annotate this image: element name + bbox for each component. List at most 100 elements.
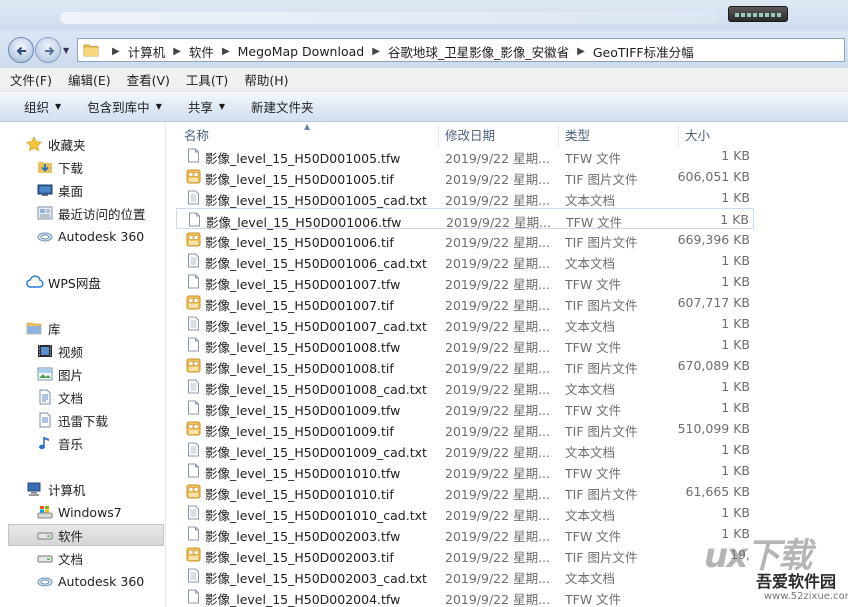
column-divider[interactable] bbox=[558, 125, 559, 147]
column-divider[interactable] bbox=[678, 125, 679, 147]
file-row[interactable]: 影像_level_15_H50D001010.tfw 2019/9/22 星期..… bbox=[176, 460, 754, 481]
file-type: TFW 文件 bbox=[565, 340, 622, 355]
menu-help[interactable]: 帮助(H) bbox=[244, 70, 288, 89]
sidebar-computer[interactable]: 计算机 bbox=[0, 478, 164, 500]
organize-label: 组织 bbox=[24, 100, 50, 115]
column-divider[interactable] bbox=[438, 125, 439, 147]
breadcrumb-computer[interactable]: 计算机 bbox=[128, 42, 166, 61]
sidebar-libraries[interactable]: 库 bbox=[0, 317, 164, 339]
column-header-size[interactable]: 大小 bbox=[685, 123, 710, 145]
sidebar-item-recent[interactable]: 最近访问的位置 bbox=[0, 202, 164, 224]
file-date: 2019/9/22 星期... bbox=[445, 172, 550, 187]
file-row[interactable]: 影像_level_15_H50D001006_cad.txt 2019/9/22 … bbox=[176, 250, 754, 271]
music-note-icon bbox=[37, 435, 53, 451]
file-name: 影像_level_15_H50D001005_cad.txt bbox=[205, 193, 427, 208]
history-dropdown-icon[interactable]: ▼ bbox=[63, 46, 69, 55]
file-row[interactable]: 影像_level_15_H50D002003.tfw 2019/9/22 星期..… bbox=[176, 523, 754, 544]
file-row[interactable]: 影像_level_15_H50D002003_cad.txt 2019/9/22 … bbox=[176, 565, 754, 586]
tif-image-icon bbox=[186, 295, 201, 310]
sidebar-item-xunlei[interactable]: 迅雷下载 bbox=[0, 409, 164, 431]
breadcrumb-software[interactable]: 软件 bbox=[189, 42, 214, 61]
column-header-type[interactable]: 类型 bbox=[565, 123, 590, 145]
file-row[interactable]: 影像_level_15_H50D002004.tfw 2019/9/22 星期..… bbox=[176, 586, 754, 607]
chevron-right-icon[interactable]: ▶ bbox=[222, 46, 230, 57]
file-row[interactable]: 影像_level_15_H50D001006.tif 2019/9/22 星期..… bbox=[176, 229, 754, 250]
file-size: 1 KB bbox=[721, 253, 750, 268]
file-size: 669,396 KB bbox=[677, 232, 750, 247]
file-row[interactable]: 影像_level_15_H50D001007.tif 2019/9/22 星期..… bbox=[176, 292, 754, 313]
file-row[interactable]: 影像_level_15_H50D001010.tif 2019/9/22 星期..… bbox=[176, 481, 754, 502]
tfw-file-icon bbox=[187, 212, 202, 227]
sidebar-item-music[interactable]: 音乐 bbox=[0, 432, 164, 454]
chevron-right-icon[interactable]: ▶ bbox=[577, 46, 585, 57]
file-date: 2019/9/22 星期... bbox=[445, 508, 550, 523]
menu-edit[interactable]: 编辑(E) bbox=[68, 70, 111, 89]
file-type: TIF 图片文件 bbox=[565, 487, 638, 502]
include-in-library-button[interactable]: 包含到库中 ▼ bbox=[87, 97, 162, 116]
caret-down-icon: ▼ bbox=[218, 102, 226, 111]
file-size: 1 KB bbox=[721, 400, 750, 415]
file-size: 1 KB bbox=[720, 212, 749, 227]
sort-ascending-icon: ▲ bbox=[304, 122, 311, 131]
file-row[interactable]: 影像_level_15_H50D001008.tif 2019/9/22 星期..… bbox=[176, 355, 754, 376]
file-row[interactable]: 影像_level_15_H50D001005_cad.txt 2019/9/22 … bbox=[176, 187, 754, 208]
file-date: 2019/9/22 星期... bbox=[445, 424, 550, 439]
share-button[interactable]: 共享 ▼ bbox=[188, 97, 225, 116]
file-row[interactable]: 影像_level_15_H50D001009.tfw 2019/9/22 星期..… bbox=[176, 397, 754, 418]
sidebar-item-doc-drive[interactable]: 文档 bbox=[0, 547, 164, 569]
sidebar-item-videos[interactable]: 视频 bbox=[0, 340, 164, 362]
menu-file[interactable]: 文件(F) bbox=[10, 70, 52, 89]
file-row[interactable]: 影像_level_15_H50D002003.tif 2019/9/22 星期..… bbox=[176, 544, 754, 565]
sidebar-item-pictures[interactable]: 图片 bbox=[0, 363, 164, 385]
breadcrumb-megomap[interactable]: MegoMap Download bbox=[238, 44, 365, 59]
sidebar-item-software[interactable]: 软件 bbox=[8, 524, 164, 546]
sidebar-favorites[interactable]: 收藏夹 bbox=[0, 133, 164, 155]
sidebar-item-desktop[interactable]: 桌面 bbox=[0, 179, 164, 201]
file-row[interactable]: 影像_level_15_H50D001009_cad.txt 2019/9/22 … bbox=[176, 439, 754, 460]
chevron-right-icon[interactable]: ▶ bbox=[173, 46, 181, 57]
window-controls[interactable] bbox=[728, 6, 788, 22]
file-row[interactable]: 影像_level_15_H50D001005.tfw 2019/9/22 星期..… bbox=[176, 145, 754, 166]
sidebar-item-downloads[interactable]: 下载 bbox=[0, 156, 164, 178]
column-header-date[interactable]: 修改日期 bbox=[445, 123, 495, 145]
chevron-right-icon[interactable]: ▶ bbox=[372, 46, 380, 57]
file-size: 1 KB bbox=[721, 505, 750, 520]
folder-icon bbox=[83, 44, 99, 57]
sidebar-item-label: 文档 bbox=[58, 551, 84, 567]
menu-view[interactable]: 查看(V) bbox=[127, 70, 170, 89]
cloud-icon bbox=[26, 274, 44, 290]
file-name: 影像_level_15_H50D001008.tif bbox=[205, 361, 394, 376]
file-row[interactable]: 影像_level_15_H50D001009.tif 2019/9/22 星期..… bbox=[176, 418, 754, 439]
sidebar-wps-cloud[interactable]: WPS网盘 bbox=[0, 271, 164, 293]
file-date: 2019/9/22 星期... bbox=[445, 193, 550, 208]
file-row[interactable]: 影像_level_15_H50D001006.tfw 2019/9/22 星期..… bbox=[176, 208, 754, 230]
back-button[interactable] bbox=[8, 37, 34, 63]
chevron-right-icon[interactable]: ▶ bbox=[112, 46, 120, 57]
breadcrumb-google-earth[interactable]: 谷歌地球_卫星影像_影像_安徽省 bbox=[388, 42, 569, 61]
file-row[interactable]: 影像_level_15_H50D001007_cad.txt 2019/9/22 … bbox=[176, 313, 754, 334]
file-row[interactable]: 影像_level_15_H50D001010_cad.txt 2019/9/22 … bbox=[176, 502, 754, 523]
sidebar-item-documents[interactable]: 文档 bbox=[0, 386, 164, 408]
forward-button[interactable] bbox=[35, 37, 61, 63]
address-bar[interactable]: ▶ 计算机 ▶ 软件 ▶ MegoMap Download ▶ 谷歌地球_卫星影… bbox=[77, 38, 845, 62]
sidebar-item-windows7[interactable]: Windows7 bbox=[0, 501, 164, 523]
menu-tools[interactable]: 工具(T) bbox=[186, 70, 228, 89]
tif-image-icon bbox=[186, 232, 201, 247]
file-name: 影像_level_15_H50D001005.tif bbox=[205, 172, 394, 187]
file-row[interactable]: 影像_level_15_H50D001008_cad.txt 2019/9/22 … bbox=[176, 376, 754, 397]
file-type: TFW 文件 bbox=[565, 151, 622, 166]
file-type: TFW 文件 bbox=[565, 529, 622, 544]
breadcrumb-geotiff[interactable]: GeoTIFF标准分幅 bbox=[593, 42, 694, 61]
file-row[interactable]: 影像_level_15_H50D001008.tfw 2019/9/22 星期..… bbox=[176, 334, 754, 355]
file-name: 影像_level_15_H50D001010_cad.txt bbox=[205, 508, 427, 523]
column-header-name[interactable]: 名称 bbox=[184, 123, 209, 145]
new-folder-button[interactable]: 新建文件夹 bbox=[251, 97, 314, 116]
organize-button[interactable]: 组织 ▼ bbox=[24, 97, 61, 116]
sidebar-item-autodesk-360[interactable]: Autodesk 360 bbox=[0, 225, 164, 247]
file-date: 2019/9/22 星期... bbox=[445, 550, 550, 565]
file-row[interactable]: 影像_level_15_H50D001007.tfw 2019/9/22 星期..… bbox=[176, 271, 754, 292]
sidebar-item-autodesk-360-drive[interactable]: Autodesk 360 bbox=[0, 570, 164, 592]
download-folder-icon bbox=[37, 159, 53, 175]
file-row[interactable]: 影像_level_15_H50D001005.tif 2019/9/22 星期..… bbox=[176, 166, 754, 187]
sidebar-item-label: 下载 bbox=[58, 160, 84, 176]
